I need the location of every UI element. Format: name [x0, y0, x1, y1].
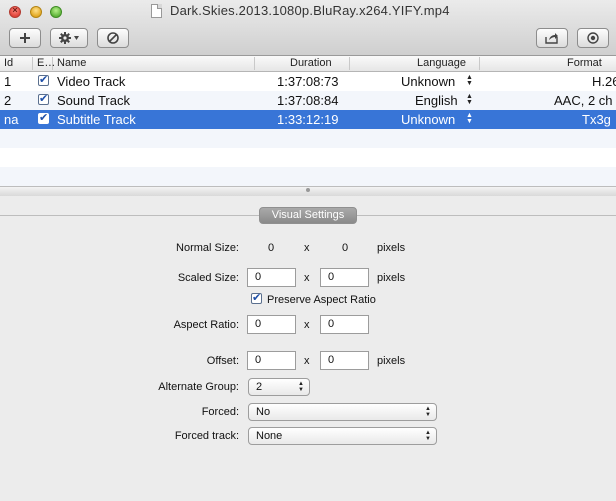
popup-arrows-icon: ▲ ▼: [425, 430, 431, 442]
aspect-ratio-label: Aspect Ratio:: [173, 319, 239, 331]
share-icon: [545, 33, 558, 44]
column-header-duration[interactable]: Duration: [255, 57, 350, 70]
normal-width-value: 0: [268, 242, 275, 254]
track-language[interactable]: Unknown: [401, 74, 455, 89]
track-enabled-checkbox[interactable]: [38, 92, 49, 105]
close-icon: ×: [12, 5, 18, 15]
preserve-aspect-label[interactable]: Preserve Aspect Ratio: [267, 294, 376, 306]
stepper-arrows-icon[interactable]: ▲ ▼: [466, 112, 473, 125]
gear-icon: [59, 32, 79, 44]
share-button[interactable]: [536, 28, 568, 48]
offset-unit: pixels: [377, 355, 406, 367]
stepper-arrows-icon[interactable]: ▲ ▼: [466, 93, 473, 106]
scaled-width-field[interactable]: 0: [247, 268, 296, 287]
track-enabled-checkbox[interactable]: [38, 73, 49, 86]
track-id: na: [4, 112, 19, 127]
empty-row: [0, 167, 616, 186]
normal-height-value: 0: [342, 242, 349, 254]
track-language[interactable]: English: [415, 93, 458, 108]
alternate-group-value: 2: [256, 381, 263, 393]
forced-label: Forced:: [201, 406, 239, 418]
normal-size-label: Normal Size:: [176, 242, 239, 254]
track-id: 1: [4, 74, 12, 89]
track-duration: 1:37:08:84: [277, 93, 339, 108]
track-format: Tx3g: [582, 112, 611, 127]
document-icon: [151, 4, 162, 18]
alternate-group-label: Alternate Group:: [158, 381, 239, 393]
track-id: 2: [4, 93, 12, 108]
table-row[interactable]: 2 Sound Track 1:37:08:84 English ▲▼ AAC,…: [0, 91, 616, 110]
table-row[interactable]: 1 Video Track 1:37:08:73 Unknown ▲▼ H.26…: [0, 72, 616, 91]
scaled-size-unit: pixels: [377, 272, 406, 284]
stop-icon: [107, 32, 119, 44]
track-enabled-checkbox[interactable]: [38, 111, 49, 124]
track-language[interactable]: Unknown: [401, 112, 455, 127]
settings-panel: Visual Settings Normal Size: 0 x 0 pixel…: [0, 196, 616, 501]
column-header-format[interactable]: Format: [480, 57, 616, 70]
scaled-height-field[interactable]: 0: [320, 268, 369, 287]
column-header-id[interactable]: Id: [0, 57, 33, 70]
forced-track-label: Forced track:: [174, 430, 239, 442]
chevron-down-icon: [74, 36, 79, 40]
empty-row: [0, 129, 616, 148]
table-row[interactable]: na Subtitle Track 1:33:12:19 Unknown ▲▼ …: [0, 110, 616, 129]
track-format: AAC, 2 ch: [554, 93, 613, 108]
zoom-window-button[interactable]: [50, 6, 62, 18]
forced-value: No: [256, 406, 271, 418]
divider-handle-icon[interactable]: [306, 188, 310, 192]
window-titlebar: × Dark.Skies.2013.1080p.BluRay.x264.YIFY…: [0, 0, 616, 56]
forced-track-value: None: [256, 430, 283, 442]
alternate-group-select[interactable]: 2 ▲ ▼: [248, 378, 310, 396]
track-duration: 1:37:08:73: [277, 74, 339, 89]
preserve-aspect-checkbox[interactable]: [251, 291, 262, 304]
forced-track-select[interactable]: None ▲ ▼: [248, 427, 437, 445]
column-header-name[interactable]: Name: [53, 57, 255, 70]
plus-icon: [20, 33, 30, 43]
remove-track-button[interactable]: [97, 28, 129, 48]
column-header-enabled[interactable]: E…: [33, 57, 55, 70]
popup-arrows-icon: ▲ ▼: [298, 381, 304, 393]
minimize-window-button[interactable]: [30, 6, 42, 18]
forced-select[interactable]: No ▲ ▼: [248, 403, 437, 421]
scaled-size-label: Scaled Size:: [177, 272, 239, 284]
normal-size-times: x: [304, 242, 310, 254]
window-title: Dark.Skies.2013.1080p.BluRay.x264.YIFY.m…: [170, 3, 450, 18]
empty-row: [0, 148, 616, 167]
offset-times: x: [304, 355, 310, 367]
scaled-size-times: x: [304, 272, 310, 284]
add-track-button[interactable]: [9, 28, 41, 48]
track-format: H.264: [592, 74, 616, 89]
action-menu-button[interactable]: [50, 28, 88, 48]
eye-icon: [587, 32, 599, 44]
close-window-button[interactable]: ×: [9, 5, 21, 18]
offset-x-field[interactable]: 0: [247, 351, 296, 370]
aspect-times: x: [304, 319, 310, 331]
stepper-arrows-icon[interactable]: ▲ ▼: [466, 74, 473, 87]
popup-arrows-icon: ▲ ▼: [425, 406, 431, 418]
track-name: Subtitle Track: [57, 112, 136, 127]
aspect-width-field[interactable]: 0: [247, 315, 296, 334]
normal-size-unit: pixels: [377, 242, 406, 254]
offset-y-field[interactable]: 0: [320, 351, 369, 370]
track-duration: 1:33:12:19: [277, 112, 339, 127]
track-name: Video Track: [57, 74, 126, 89]
tracks-table: Id E… Name Duration Language Format 1 Vi…: [0, 56, 616, 186]
visual-settings-header[interactable]: Visual Settings: [259, 207, 357, 224]
aspect-height-field[interactable]: 0: [320, 315, 369, 334]
preview-button[interactable]: [577, 28, 609, 48]
track-name: Sound Track: [57, 93, 130, 108]
offset-label: Offset:: [206, 355, 239, 367]
table-header: Id E… Name Duration Language Format: [0, 56, 616, 72]
column-header-language[interactable]: Language: [350, 57, 480, 70]
